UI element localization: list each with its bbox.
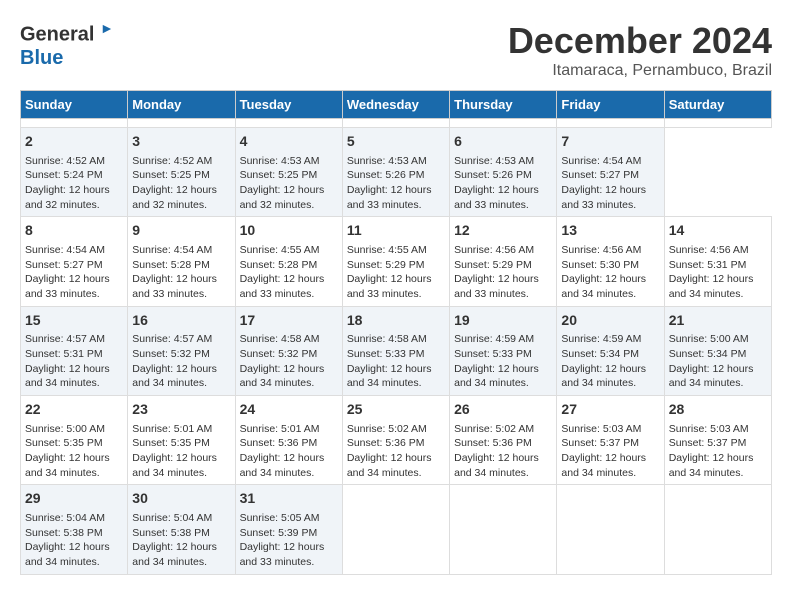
day-number: 7 <box>561 132 659 152</box>
calendar-cell <box>664 485 771 574</box>
calendar-cell <box>128 119 235 128</box>
day-number: 17 <box>240 311 338 331</box>
calendar-cell: 7Sunrise: 4:54 AMSunset: 5:27 PMDaylight… <box>557 128 664 217</box>
calendar-cell: 30Sunrise: 5:04 AMSunset: 5:38 PMDayligh… <box>128 485 235 574</box>
day-number: 21 <box>669 311 767 331</box>
day-number: 27 <box>561 400 659 420</box>
calendar-cell: 4Sunrise: 4:53 AMSunset: 5:25 PMDaylight… <box>235 128 342 217</box>
calendar-cell: 19Sunrise: 4:59 AMSunset: 5:33 PMDayligh… <box>450 306 557 395</box>
calendar-cell <box>450 119 557 128</box>
day-number: 5 <box>347 132 445 152</box>
day-number: 25 <box>347 400 445 420</box>
day-number: 8 <box>25 221 123 241</box>
calendar-cell <box>557 485 664 574</box>
column-header-monday: Monday <box>128 91 235 119</box>
calendar-cell: 11Sunrise: 4:55 AMSunset: 5:29 PMDayligh… <box>342 217 449 306</box>
calendar-cell: 3Sunrise: 4:52 AMSunset: 5:25 PMDaylight… <box>128 128 235 217</box>
logo: General ► Blue <box>20 20 114 70</box>
day-number: 11 <box>347 221 445 241</box>
column-header-saturday: Saturday <box>664 91 771 119</box>
day-number: 20 <box>561 311 659 331</box>
day-number: 31 <box>240 489 338 509</box>
calendar-cell <box>342 485 449 574</box>
day-number: 16 <box>132 311 230 331</box>
column-header-sunday: Sunday <box>21 91 128 119</box>
calendar-cell: 8Sunrise: 4:54 AMSunset: 5:27 PMDaylight… <box>21 217 128 306</box>
day-number: 10 <box>240 221 338 241</box>
day-number: 30 <box>132 489 230 509</box>
calendar-cell: 28Sunrise: 5:03 AMSunset: 5:37 PMDayligh… <box>664 396 771 485</box>
calendar-table: SundayMondayTuesdayWednesdayThursdayFrid… <box>20 90 772 575</box>
calendar-cell: 14Sunrise: 4:56 AMSunset: 5:31 PMDayligh… <box>664 217 771 306</box>
calendar-week-row: 2Sunrise: 4:52 AMSunset: 5:24 PMDaylight… <box>21 128 772 217</box>
calendar-cell <box>557 119 664 128</box>
calendar-cell <box>235 119 342 128</box>
calendar-cell: 24Sunrise: 5:01 AMSunset: 5:36 PMDayligh… <box>235 396 342 485</box>
calendar-cell: 12Sunrise: 4:56 AMSunset: 5:29 PMDayligh… <box>450 217 557 306</box>
calendar-cell: 9Sunrise: 4:54 AMSunset: 5:28 PMDaylight… <box>128 217 235 306</box>
calendar-cell <box>21 119 128 128</box>
calendar-header-row: SundayMondayTuesdayWednesdayThursdayFrid… <box>21 91 772 119</box>
page-header: General ► Blue December 2024 Itamaraca, … <box>20 20 772 80</box>
column-header-friday: Friday <box>557 91 664 119</box>
calendar-cell: 29Sunrise: 5:04 AMSunset: 5:38 PMDayligh… <box>21 485 128 574</box>
column-header-wednesday: Wednesday <box>342 91 449 119</box>
calendar-cell <box>342 119 449 128</box>
title-block: December 2024 Itamaraca, Pernambuco, Bra… <box>508 20 772 80</box>
day-number: 29 <box>25 489 123 509</box>
calendar-week-row <box>21 119 772 128</box>
calendar-cell: 18Sunrise: 4:58 AMSunset: 5:33 PMDayligh… <box>342 306 449 395</box>
calendar-cell: 31Sunrise: 5:05 AMSunset: 5:39 PMDayligh… <box>235 485 342 574</box>
calendar-cell: 25Sunrise: 5:02 AMSunset: 5:36 PMDayligh… <box>342 396 449 485</box>
calendar-cell <box>664 119 771 128</box>
day-number: 9 <box>132 221 230 241</box>
day-number: 4 <box>240 132 338 152</box>
day-number: 24 <box>240 400 338 420</box>
calendar-cell: 21Sunrise: 5:00 AMSunset: 5:34 PMDayligh… <box>664 306 771 395</box>
calendar-week-row: 22Sunrise: 5:00 AMSunset: 5:35 PMDayligh… <box>21 396 772 485</box>
calendar-cell: 20Sunrise: 4:59 AMSunset: 5:34 PMDayligh… <box>557 306 664 395</box>
calendar-cell: 26Sunrise: 5:02 AMSunset: 5:36 PMDayligh… <box>450 396 557 485</box>
calendar-cell: 15Sunrise: 4:57 AMSunset: 5:31 PMDayligh… <box>21 306 128 395</box>
calendar-cell: 6Sunrise: 4:53 AMSunset: 5:26 PMDaylight… <box>450 128 557 217</box>
calendar-cell: 16Sunrise: 4:57 AMSunset: 5:32 PMDayligh… <box>128 306 235 395</box>
calendar-cell: 22Sunrise: 5:00 AMSunset: 5:35 PMDayligh… <box>21 396 128 485</box>
calendar-cell: 17Sunrise: 4:58 AMSunset: 5:32 PMDayligh… <box>235 306 342 395</box>
day-number: 18 <box>347 311 445 331</box>
day-number: 13 <box>561 221 659 241</box>
day-number: 26 <box>454 400 552 420</box>
day-number: 15 <box>25 311 123 331</box>
logo-blue-text: Blue <box>20 47 63 69</box>
calendar-cell: 27Sunrise: 5:03 AMSunset: 5:37 PMDayligh… <box>557 396 664 485</box>
day-number: 12 <box>454 221 552 241</box>
calendar-week-row: 29Sunrise: 5:04 AMSunset: 5:38 PMDayligh… <box>21 485 772 574</box>
day-number: 22 <box>25 400 123 420</box>
day-number: 6 <box>454 132 552 152</box>
column-header-tuesday: Tuesday <box>235 91 342 119</box>
location-title: Itamaraca, Pernambuco, Brazil <box>508 62 772 80</box>
day-number: 3 <box>132 132 230 152</box>
calendar-cell: 13Sunrise: 4:56 AMSunset: 5:30 PMDayligh… <box>557 217 664 306</box>
calendar-week-row: 15Sunrise: 4:57 AMSunset: 5:31 PMDayligh… <box>21 306 772 395</box>
column-header-thursday: Thursday <box>450 91 557 119</box>
month-title: December 2024 <box>508 20 772 62</box>
day-number: 19 <box>454 311 552 331</box>
calendar-cell: 23Sunrise: 5:01 AMSunset: 5:35 PMDayligh… <box>128 396 235 485</box>
calendar-week-row: 8Sunrise: 4:54 AMSunset: 5:27 PMDaylight… <box>21 217 772 306</box>
calendar-cell <box>450 485 557 574</box>
logo-general-text: General <box>20 24 94 46</box>
calendar-cell: 10Sunrise: 4:55 AMSunset: 5:28 PMDayligh… <box>235 217 342 306</box>
day-number: 14 <box>669 221 767 241</box>
day-number: 2 <box>25 132 123 152</box>
calendar-cell: 5Sunrise: 4:53 AMSunset: 5:26 PMDaylight… <box>342 128 449 217</box>
day-number: 28 <box>669 400 767 420</box>
day-number: 23 <box>132 400 230 420</box>
calendar-cell: 2Sunrise: 4:52 AMSunset: 5:24 PMDaylight… <box>21 128 128 217</box>
